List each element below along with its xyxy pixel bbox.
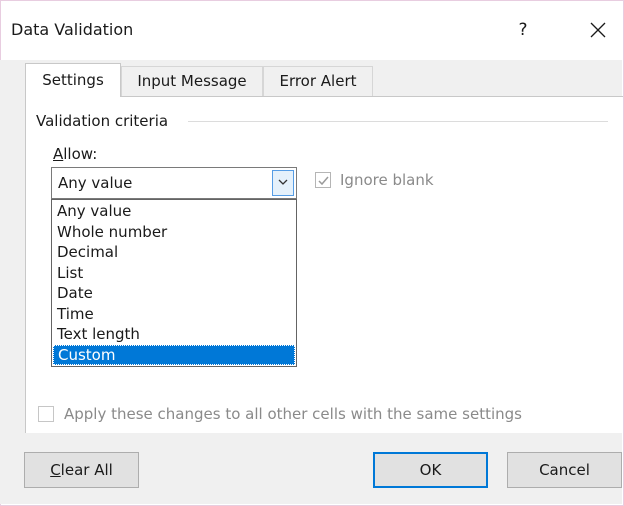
dialog-title: Data Validation <box>11 20 134 39</box>
option-decimal[interactable]: Decimal <box>53 242 295 263</box>
option-any-value[interactable]: Any value <box>53 201 295 222</box>
cancel-button[interactable]: Cancel <box>507 452 622 488</box>
allow-select[interactable]: Any value <box>51 167 297 199</box>
option-time[interactable]: Time <box>53 304 295 325</box>
apply-to-all-checkbox[interactable] <box>38 406 54 422</box>
option-custom[interactable]: Custom <box>53 344 295 365</box>
help-button[interactable]: ? <box>506 13 540 47</box>
close-icon <box>590 22 606 38</box>
group-divider <box>188 121 608 122</box>
option-date[interactable]: Date <box>53 283 295 304</box>
title-bar: Data Validation ? <box>1 1 623 61</box>
close-button[interactable] <box>581 13 615 47</box>
clear-all-button[interactable]: Clear All <box>24 452 139 488</box>
ignore-blank-checkbox[interactable] <box>315 172 331 188</box>
chevron-down-icon <box>278 179 288 185</box>
validation-criteria-label: Validation criteria <box>36 112 169 130</box>
option-text-length[interactable]: Text length <box>53 324 295 345</box>
tab-input-message[interactable]: Input Message <box>121 66 263 96</box>
allow-accelerator: A <box>53 145 64 163</box>
allow-label: Allow: <box>53 145 97 163</box>
clear-all-label: lear All <box>60 461 113 479</box>
ok-button[interactable]: OK <box>373 452 488 488</box>
allow-options-list[interactable]: Any value Whole number Decimal List Date… <box>51 199 297 367</box>
ignore-blank-label: Ignore blank <box>340 171 434 189</box>
apply-to-all-label: Apply these changes to all other cells w… <box>64 405 522 423</box>
allow-select-value: Any value <box>58 174 133 192</box>
checkmark-icon <box>318 176 329 186</box>
allow-dropdown-button[interactable] <box>272 170 294 196</box>
option-list[interactable]: List <box>53 263 295 284</box>
allow-label-text: llow: <box>63 145 98 163</box>
tab-error-alert[interactable]: Error Alert <box>263 66 373 96</box>
option-whole-number[interactable]: Whole number <box>53 222 295 243</box>
tab-settings[interactable]: Settings <box>25 63 121 97</box>
clear-all-accelerator: C <box>50 461 61 479</box>
